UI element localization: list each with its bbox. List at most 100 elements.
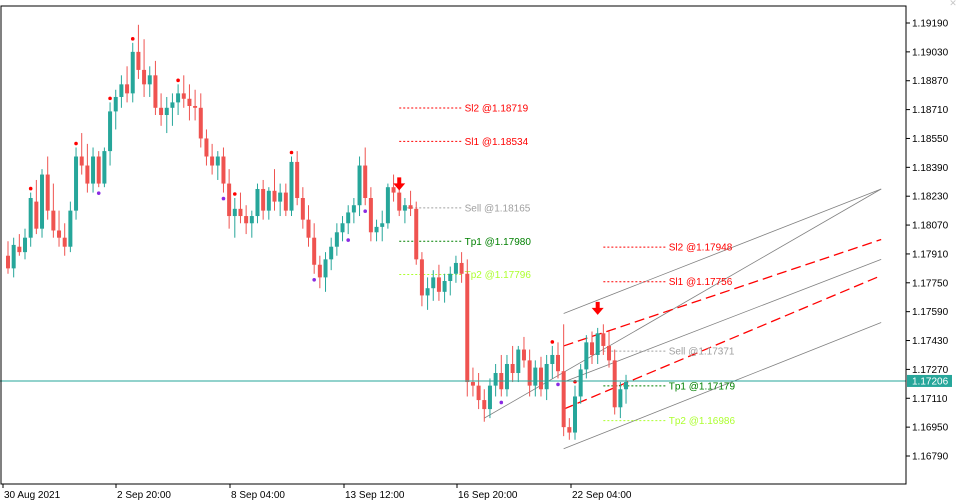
candle-body <box>351 205 356 213</box>
candle-body <box>595 333 600 355</box>
candles-layer <box>6 24 629 440</box>
candle-body <box>476 385 481 401</box>
candle-body <box>193 105 198 108</box>
candle-body <box>431 277 436 289</box>
candle-body <box>232 208 237 217</box>
signal-level-tp2-label: Tp2 @1.17796 <box>465 270 532 281</box>
x-tick-label: 16 Sep 20:00 <box>458 490 518 501</box>
candle-body <box>170 102 175 108</box>
fractal-high-dot <box>130 37 135 41</box>
candle-body <box>550 354 555 364</box>
fractal-low-dot <box>312 277 316 282</box>
signal-levels-layer: Sl2 @1.18719 Sl1 @1.18534 Sell @1.18165 Tp1… <box>399 103 735 427</box>
candle-body <box>68 210 73 247</box>
candle-body <box>57 230 62 238</box>
y-tick-label: 1.17430 <box>912 336 949 347</box>
candle-body <box>153 75 158 108</box>
candle-body <box>244 216 249 224</box>
price-chart[interactable]: Sl2 @1.18719 Sl1 @1.18534 Sell @1.18165 Tp1… <box>0 0 960 503</box>
y-tick-label: 1.17590 <box>912 307 949 318</box>
close-icon[interactable]: ✕ <box>948 0 958 9</box>
candle-body <box>210 156 215 166</box>
candle-body <box>397 192 402 211</box>
y-tick-label: 1.17270 <box>912 365 949 376</box>
fractal-high-dot <box>289 150 294 155</box>
candle-body <box>527 360 532 386</box>
candle-body <box>340 223 345 233</box>
candle-body <box>164 107 169 116</box>
y-tick-label: 1.18230 <box>912 192 949 203</box>
candle-body <box>363 165 368 199</box>
fractal-low-dot <box>221 196 226 201</box>
candle-body <box>368 198 373 233</box>
candle-body <box>391 187 396 193</box>
candle-body <box>204 138 209 157</box>
y-tick-label: 1.18070 <box>912 221 949 232</box>
candle-body <box>607 345 612 361</box>
fractal-high-dot <box>176 78 180 83</box>
candle-body <box>323 259 328 278</box>
candle-body <box>436 277 441 292</box>
candle-body <box>493 373 498 386</box>
y-tick-label: 1.18870 <box>912 76 949 87</box>
candle-body <box>578 369 583 397</box>
candle-body <box>91 156 96 184</box>
y-tick-label: 1.18710 <box>912 105 949 116</box>
candle-body <box>147 75 152 85</box>
candle-body <box>187 98 192 106</box>
candle-body <box>465 273 470 383</box>
candle-body <box>510 363 515 374</box>
candle-body <box>6 255 10 269</box>
candle-body <box>85 165 90 184</box>
candle-body <box>142 69 147 85</box>
candle-body <box>357 165 362 206</box>
y-axis: 1.19190 1.19030 1.18870 1.18710 1.18550 1.183… <box>906 19 949 463</box>
signal-level-tp1-label: Tp1 @1.17980 <box>465 237 532 248</box>
candle-body <box>521 349 526 361</box>
fractal-low-dot <box>499 400 504 405</box>
signal-level-sl1-label: Sl1 @1.18534 <box>465 137 529 148</box>
candle-body <box>51 210 56 231</box>
signal-level-sell-label: Sell @1.17371 <box>669 347 735 358</box>
y-tick-label: 1.19190 <box>912 19 949 30</box>
candle-body <box>23 237 28 253</box>
candle-body <box>601 333 606 346</box>
candle-body <box>266 190 271 211</box>
fractal-low-dot <box>363 209 368 214</box>
candle-body <box>618 389 623 408</box>
candle-body <box>329 246 334 260</box>
candle-body <box>544 363 549 390</box>
fractal-high-dot <box>573 379 577 384</box>
x-tick-label: 22 Sep 04:00 <box>572 490 632 501</box>
fractal-low-dot <box>96 191 101 195</box>
candle-body <box>533 367 538 386</box>
fractal-high-dot <box>74 141 78 146</box>
channel-line <box>563 238 882 347</box>
candle-body <box>346 212 351 224</box>
plot-frame <box>0 5 907 485</box>
candle-body <box>590 342 595 355</box>
y-tick-label: 1.17750 <box>912 278 949 289</box>
candle-body <box>181 93 186 99</box>
candle-body <box>334 232 339 247</box>
candle-body <box>102 151 107 184</box>
candle-body <box>425 288 430 296</box>
candle-body <box>555 354 560 372</box>
x-tick-label: 30 Aug 2021 <box>4 490 61 501</box>
candle-body <box>249 216 254 224</box>
candle-body <box>28 198 33 238</box>
candle-body <box>255 188 260 217</box>
candle-body <box>130 51 135 94</box>
candle-body <box>79 156 84 166</box>
candle-body <box>40 174 45 229</box>
candle-body <box>11 244 16 269</box>
y-tick-label: 1.19030 <box>912 47 949 58</box>
candle-body <box>108 111 113 152</box>
candle-body <box>516 349 521 374</box>
x-tick-label: 13 Sep 12:00 <box>345 490 405 501</box>
candle-body <box>312 237 317 265</box>
candle-body <box>96 156 101 184</box>
candle-body <box>482 400 487 410</box>
current-price-label: 1.17206 <box>912 376 949 387</box>
candle-body <box>221 156 226 184</box>
